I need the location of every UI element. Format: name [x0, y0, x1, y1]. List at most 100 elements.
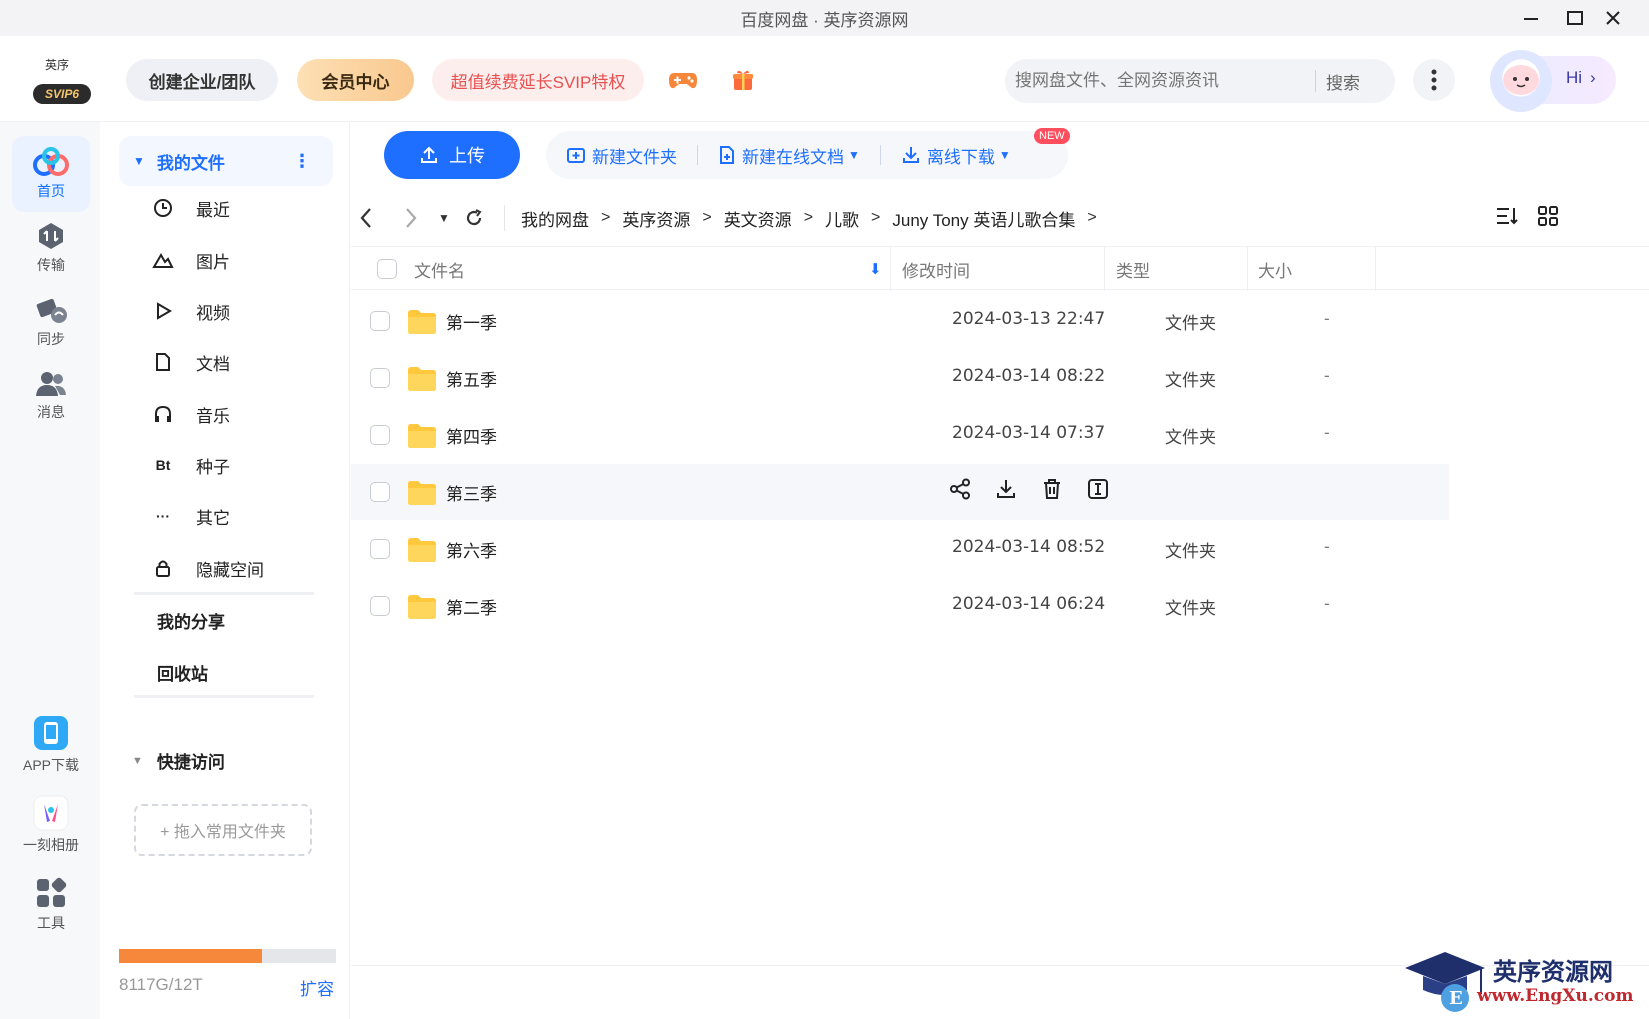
rename-icon[interactable]: [1087, 478, 1109, 505]
game-icon[interactable]: [662, 59, 704, 101]
file-name[interactable]: 第二季: [446, 594, 497, 619]
row-checkbox[interactable]: [370, 482, 390, 502]
sort-icon[interactable]: [1495, 205, 1519, 232]
new-online-doc-button[interactable]: 新建在线文档 ▼: [718, 143, 860, 168]
sidebar-item-recycle-bin[interactable]: 回收站: [157, 660, 208, 685]
view-controls: [1495, 205, 1559, 232]
rail-item-message[interactable]: 消息: [12, 358, 90, 434]
refresh-icon[interactable]: [460, 204, 488, 232]
vip-center-button[interactable]: 会员中心: [297, 59, 414, 101]
quick-access-dropzone[interactable]: + 拖入常用文件夹: [134, 804, 312, 856]
search-input[interactable]: [1015, 71, 1315, 91]
assistant-card[interactable]: Hi ›: [1490, 50, 1616, 112]
delete-icon[interactable]: [1041, 478, 1063, 505]
rail-item-transfer[interactable]: 传输: [12, 210, 90, 286]
rail-item-tools[interactable]: 工具: [12, 867, 90, 943]
document-icon: [152, 351, 174, 373]
table-row[interactable]: 第五季 2024-03-14 08:22 文件夹 -: [351, 350, 1449, 406]
file-type: 文件夹: [1165, 371, 1216, 390]
bt-icon: Bt: [155, 457, 171, 473]
rail-item-home[interactable]: 首页: [12, 136, 90, 212]
download-icon[interactable]: [995, 478, 1017, 505]
sidebar-item-torrent[interactable]: Bt 种子: [152, 450, 230, 480]
window-title: 百度网盘 · 英序资源网: [740, 10, 909, 30]
sidebar-item-my-files[interactable]: ▼ 我的文件 ⋮: [119, 136, 333, 186]
file-size: -: [1324, 366, 1330, 385]
file-name[interactable]: 第一季: [446, 309, 497, 334]
toolbar-divider: [879, 145, 881, 165]
title-bar: 百度网盘 · 英序资源网: [0, 0, 1649, 36]
file-name[interactable]: 第三季: [446, 480, 497, 505]
row-checkbox[interactable]: [370, 368, 390, 388]
breadcrumb-item-current[interactable]: Juny Tony 英语儿歌合集: [892, 206, 1075, 231]
column-type[interactable]: 类型: [1116, 247, 1150, 291]
search-button[interactable]: 搜索: [1326, 69, 1360, 94]
breadcrumb-item[interactable]: 我的网盘: [521, 206, 589, 231]
sidebar-item-images[interactable]: 图片: [152, 245, 230, 275]
sidebar-item-hidden-space[interactable]: 隐藏空间: [152, 553, 264, 583]
new-folder-button[interactable]: 新建文件夹: [566, 143, 677, 168]
close-icon: [1606, 11, 1620, 25]
breadcrumb-item[interactable]: 英文资源: [724, 206, 792, 231]
sidebar-item-my-share[interactable]: 我的分享: [157, 608, 225, 633]
gift-icon[interactable]: [722, 59, 764, 101]
top-header: 英序 SVIP6 创建企业/团队 会员中心 超值续费延长SVIP特权 搜索 Hi…: [0, 36, 1649, 122]
table-row[interactable]: 第二季 2024-03-14 06:24 文件夹 -: [351, 578, 1449, 634]
breadcrumb-item[interactable]: 儿歌: [825, 206, 859, 231]
caret-down-icon: ▼: [998, 148, 1011, 162]
grid-view-icon[interactable]: [1537, 205, 1559, 232]
folder-icon: [407, 537, 437, 568]
sort-down-arrow-icon[interactable]: ⬇: [869, 247, 882, 291]
modified-time: 2024-03-14 06:24: [952, 594, 1106, 614]
expand-storage-link[interactable]: 扩容: [300, 975, 334, 1000]
table-row[interactable]: 第六季 2024-03-14 08:52 文件夹 -: [351, 521, 1449, 577]
forward-arrow-icon[interactable]: [397, 204, 425, 232]
storage-quota-text: 8117G/12T: [119, 975, 203, 994]
quick-access-header[interactable]: ▼ 快捷访问: [132, 748, 225, 773]
row-checkbox[interactable]: [370, 311, 390, 331]
table-row[interactable]: 第三季: [351, 464, 1449, 520]
chevron-right-icon[interactable]: >: [1087, 209, 1096, 227]
table-row[interactable]: 第一季 2024-03-13 22:47 文件夹 -: [351, 293, 1449, 349]
file-name[interactable]: 第六季: [446, 537, 497, 562]
rail-item-app-download[interactable]: APP下载: [12, 707, 90, 783]
vertical-dots-icon[interactable]: ⋮: [293, 151, 311, 172]
sidebar-item-recent[interactable]: 最近: [152, 193, 230, 223]
create-team-button[interactable]: 创建企业/团队: [126, 59, 278, 101]
rail-item-album[interactable]: 一刻相册: [12, 787, 90, 863]
sidebar-item-video[interactable]: 视频: [152, 296, 230, 326]
table-row[interactable]: 第四季 2024-03-14 07:37 文件夹 -: [351, 407, 1449, 463]
message-icon: [36, 372, 66, 396]
column-divider: [1375, 247, 1376, 291]
sidebar-item-docs[interactable]: 文档: [152, 347, 230, 377]
history-dropdown-icon[interactable]: ▼: [430, 204, 458, 232]
chevron-right-icon: ›: [1590, 68, 1596, 87]
row-checkbox[interactable]: [370, 425, 390, 445]
back-arrow-icon[interactable]: [352, 204, 380, 232]
row-checkbox[interactable]: [370, 539, 390, 559]
file-name[interactable]: 第四季: [446, 423, 497, 448]
sidebar-item-other[interactable]: ··· 其它: [152, 501, 230, 531]
offline-download-button[interactable]: 离线下载 ▼: [901, 143, 1011, 168]
minimize-button[interactable]: [1516, 4, 1546, 32]
rail-item-sync[interactable]: 同步: [12, 284, 90, 360]
share-icon[interactable]: [949, 478, 971, 505]
sidebar-item-music[interactable]: 音乐: [152, 399, 230, 429]
file-type: 文件夹: [1165, 314, 1216, 333]
more-menu-button[interactable]: [1413, 59, 1455, 101]
column-size[interactable]: 大小: [1258, 247, 1292, 291]
svip-promo-button[interactable]: 超值续费延长SVIP特权: [432, 59, 644, 101]
select-all-checkbox[interactable]: [377, 247, 397, 291]
new-folder-label: 新建文件夹: [592, 147, 677, 167]
row-checkbox[interactable]: [370, 596, 390, 616]
avatar-logo[interactable]: 英序 SVIP6: [30, 54, 92, 106]
column-modified[interactable]: 修改时间: [902, 247, 970, 291]
breadcrumb-item[interactable]: 英序资源: [622, 206, 690, 231]
close-button[interactable]: [1598, 4, 1628, 32]
column-name[interactable]: 文件名: [414, 247, 465, 291]
file-name[interactable]: 第五季: [446, 366, 497, 391]
clock-icon: [152, 197, 174, 219]
nav-rail: 首页 传输 同步 消息 APP下载 一刻相册 工具: [0, 122, 100, 1019]
upload-button[interactable]: 上传: [384, 131, 520, 179]
maximize-button[interactable]: [1560, 4, 1590, 32]
